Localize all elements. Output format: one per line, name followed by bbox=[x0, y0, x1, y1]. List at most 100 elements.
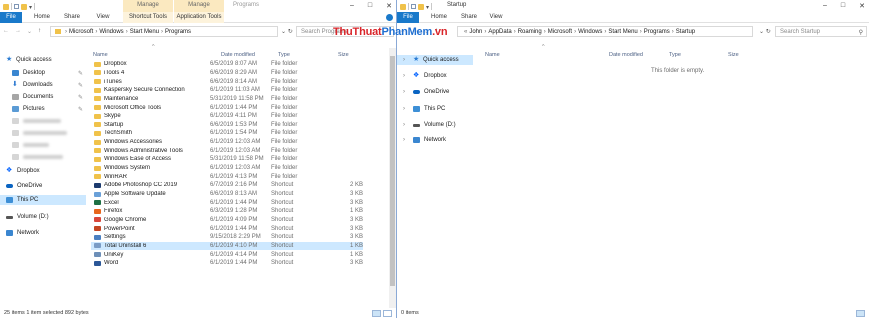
column-header-size[interactable]: Size bbox=[338, 52, 349, 60]
folder-row[interactable]: Windows Accessories 6/1/2019 12:03 AM File… bbox=[91, 138, 363, 147]
shortcut-row[interactable]: Google Chrome 6/1/2019 4:09 PM Shortcut 3 K… bbox=[91, 216, 363, 225]
tab-file[interactable]: File bbox=[0, 12, 22, 23]
nav-item-blurred[interactable] bbox=[0, 116, 61, 126]
nav-item-quick-access[interactable]: ★ Quick access bbox=[0, 55, 52, 65]
expand-chevron-icon[interactable]: › bbox=[403, 57, 409, 63]
up-arrow-icon[interactable]: ↑ bbox=[38, 28, 41, 35]
breadcrumb-item[interactable]: Start Menu bbox=[130, 29, 159, 35]
shortcut-row[interactable]: Apple Software Update 6/6/2019 8:13 AM Sho… bbox=[91, 190, 363, 199]
refresh-icon[interactable]: ⌄ ↻ bbox=[281, 28, 293, 35]
pin-icon[interactable]: ✎ bbox=[78, 70, 83, 77]
expand-chevron-icon[interactable]: › bbox=[403, 89, 409, 95]
vertical-scrollbar[interactable] bbox=[389, 48, 396, 308]
column-header-type[interactable]: Type bbox=[278, 52, 290, 60]
nav-item-onedrive[interactable]: OneDrive bbox=[0, 181, 42, 191]
breadcrumb-item[interactable]: Programs bbox=[644, 29, 670, 35]
nav-item-quick-access[interactable]: › ★ Quick access bbox=[397, 55, 473, 65]
tab-file[interactable]: File bbox=[397, 12, 419, 23]
expand-chevron-icon[interactable]: › bbox=[403, 73, 409, 79]
folder-row[interactable]: iTunes 6/6/2019 8:14 AM File folder bbox=[91, 77, 363, 86]
nav-item-pictures[interactable]: Pictures ✎ bbox=[0, 104, 83, 114]
back-arrow-icon[interactable]: ← bbox=[3, 28, 9, 35]
nav-item-dropbox[interactable]: ❖ Dropbox bbox=[0, 166, 40, 176]
tab-share[interactable]: Share bbox=[60, 12, 84, 23]
properties-icon[interactable] bbox=[411, 4, 416, 9]
properties-icon[interactable] bbox=[14, 4, 19, 9]
expand-chevron-icon[interactable]: › bbox=[403, 106, 409, 112]
shortcut-row[interactable]: Excel 6/1/2019 1:44 PM Shortcut 3 KB bbox=[91, 198, 363, 207]
new-folder-icon[interactable] bbox=[21, 3, 27, 10]
refresh-icon[interactable]: ⌄ ↻ bbox=[759, 28, 771, 35]
folder-row[interactable]: WinRAR 6/1/2019 4:13 PM File folder bbox=[91, 172, 363, 181]
tab-shortcut-tools[interactable]: Shortcut Tools bbox=[123, 12, 173, 23]
folder-row[interactable]: Skype 6/1/2019 4:11 PM File folder bbox=[91, 112, 363, 121]
tab-application-tools[interactable]: Application Tools bbox=[174, 12, 224, 23]
chevron-down-icon[interactable]: ▾ bbox=[426, 4, 429, 11]
breadcrumb-item[interactable]: Microsoft bbox=[69, 29, 93, 35]
nav-item-blurred[interactable] bbox=[0, 128, 67, 138]
folder-row[interactable]: Startup 6/6/2019 1:53 PM File folder bbox=[91, 121, 363, 130]
tab-home[interactable]: Home bbox=[30, 12, 54, 23]
minimize-button[interactable]: – bbox=[823, 2, 827, 10]
folder-row[interactable]: Windows Administrative Tools 6/1/2019 12:… bbox=[91, 147, 363, 156]
folder-row[interactable]: TechSmith 6/1/2019 1:54 PM File folder bbox=[91, 129, 363, 138]
column-header-date[interactable]: Date modified bbox=[609, 52, 643, 60]
search-icon[interactable]: ⚲ bbox=[859, 29, 863, 36]
nav-item-this-pc[interactable]: › This PC bbox=[397, 104, 445, 114]
nav-item-onedrive[interactable]: › OneDrive bbox=[397, 87, 449, 97]
breadcrumb-item[interactable]: Programs bbox=[165, 29, 191, 35]
nav-item-documents[interactable]: Documents ✎ bbox=[0, 92, 83, 102]
shortcut-row[interactable]: PowerPoint 6/1/2019 1:44 PM Shortcut 3 KB bbox=[91, 224, 363, 233]
breadcrumb-item[interactable]: Start Menu bbox=[608, 29, 637, 35]
tab-home[interactable]: Home bbox=[427, 12, 451, 23]
breadcrumb-item[interactable]: AppData bbox=[488, 29, 511, 35]
maximize-button[interactable]: □ bbox=[841, 2, 845, 10]
column-header-date[interactable]: Date modified bbox=[221, 52, 255, 60]
folder-row[interactable]: Windows Ease of Access 5/31/2019 11:58 PM… bbox=[91, 155, 363, 164]
breadcrumb-item[interactable]: Windows bbox=[578, 29, 602, 35]
tab-view[interactable]: View bbox=[485, 12, 507, 23]
help-icon[interactable] bbox=[386, 14, 393, 21]
shortcut-row[interactable]: Firefox 6/3/2019 1:28 PM Shortcut 1 KB bbox=[91, 207, 363, 216]
breadcrumb-item[interactable]: Windows bbox=[99, 29, 123, 35]
shortcut-row[interactable]: Word 6/1/2019 1:44 PM Shortcut 3 KB bbox=[91, 259, 363, 268]
breadcrumb-item[interactable]: Startup bbox=[676, 29, 695, 35]
column-header-name[interactable]: Name bbox=[485, 52, 500, 60]
shortcut-row[interactable]: Total Uninstall 6 6/1/2019 4:10 PM Shortcu… bbox=[91, 241, 363, 251]
breadcrumb-item[interactable]: Microsoft bbox=[548, 29, 572, 35]
new-folder-icon[interactable] bbox=[418, 3, 424, 10]
nav-item-network[interactable]: › Network bbox=[397, 135, 446, 145]
nav-item-blurred[interactable] bbox=[0, 140, 49, 150]
expand-chevron-icon[interactable]: › bbox=[403, 122, 409, 128]
chevron-down-icon[interactable]: ▾ bbox=[29, 4, 32, 11]
nav-item-desktop[interactable]: Desktop ✎ bbox=[0, 68, 83, 78]
nav-item-volume-d[interactable]: Volume (D:) bbox=[0, 212, 49, 222]
expand-chevron-icon[interactable]: › bbox=[403, 137, 409, 143]
address-bar[interactable]: «John › AppData › Roaming › Microsoft › Windows ›… bbox=[457, 26, 753, 37]
forward-arrow-icon[interactable]: → bbox=[15, 28, 21, 35]
scrollbar-thumb[interactable] bbox=[390, 56, 395, 286]
column-header-size[interactable]: Size bbox=[728, 52, 739, 60]
maximize-button[interactable]: □ bbox=[368, 2, 372, 10]
folder-row[interactable]: Maintenance 5/31/2019 11:58 PM File folder bbox=[91, 95, 363, 104]
close-button[interactable]: ✕ bbox=[386, 2, 392, 10]
recent-chevron-icon[interactable]: ⌄ bbox=[27, 28, 32, 35]
shortcut-row[interactable]: Settings 9/15/2018 2:29 PM Shortcut 3 KB bbox=[91, 233, 363, 242]
address-bar[interactable]: › Microsoft › Windows › Start Menu › Programs bbox=[50, 26, 278, 37]
tab-share[interactable]: Share bbox=[457, 12, 481, 23]
nav-item-network[interactable]: Network bbox=[0, 228, 39, 238]
shortcut-row[interactable]: UniKey 6/1/2019 4:14 PM Shortcut 1 KB bbox=[91, 250, 363, 259]
close-button[interactable]: ✕ bbox=[859, 2, 865, 10]
pin-icon[interactable]: ✎ bbox=[78, 94, 83, 101]
folder-row[interactable]: Microsoft Office Tools 6/1/2019 1:44 PM Fi… bbox=[91, 103, 363, 112]
column-header-type[interactable]: Type bbox=[669, 52, 681, 60]
details-view-button[interactable] bbox=[372, 310, 381, 317]
nav-item-blurred[interactable] bbox=[0, 152, 63, 162]
pin-icon[interactable]: ✎ bbox=[78, 82, 83, 89]
details-view-button[interactable] bbox=[856, 310, 865, 317]
folder-row[interactable]: iTools 4 6/6/2019 8:29 AM File folder bbox=[91, 69, 363, 78]
large-icons-view-button[interactable] bbox=[383, 310, 392, 317]
folder-row[interactable]: Dropbox 6/5/2019 8:07 AM File folder bbox=[91, 60, 363, 69]
tab-view[interactable]: View bbox=[92, 12, 114, 23]
nav-item-dropbox[interactable]: › ❖ Dropbox bbox=[397, 71, 447, 81]
